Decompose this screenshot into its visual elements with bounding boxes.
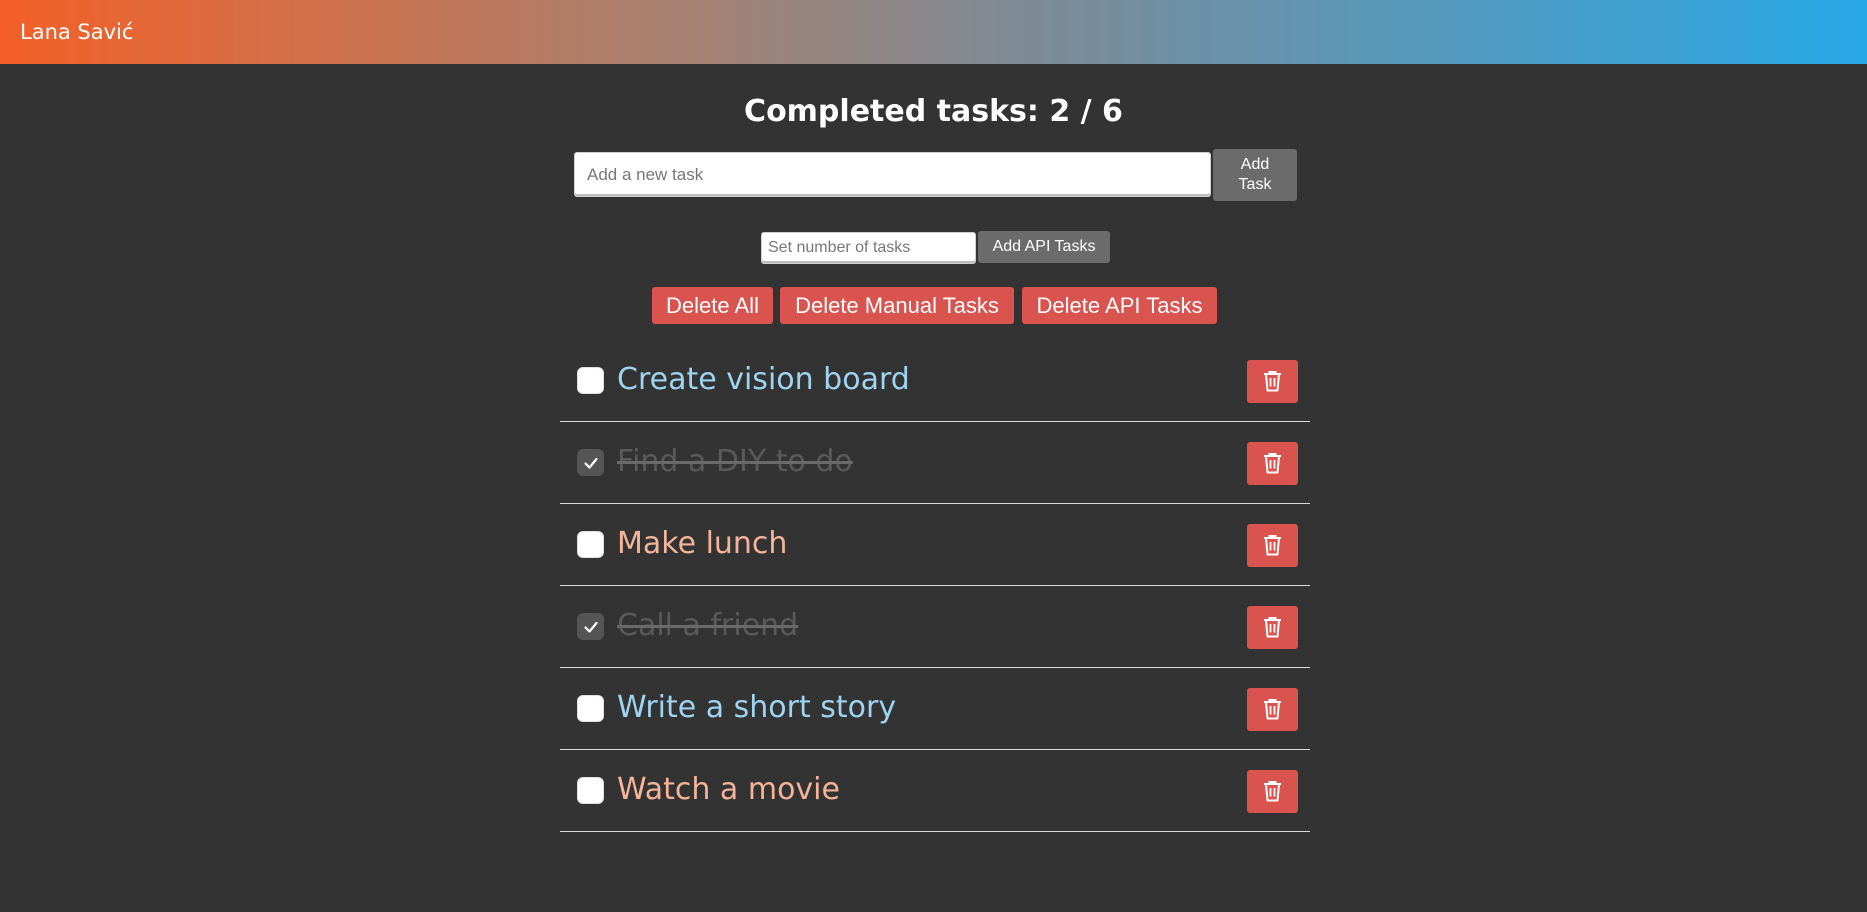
trash-icon <box>1264 535 1281 556</box>
delete-task-button[interactable] <box>1247 770 1298 813</box>
checkmark-icon <box>584 621 598 633</box>
task-item: Make lunch <box>560 504 1310 586</box>
task-text: Make lunch <box>617 526 788 561</box>
task-item: Watch a movie <box>560 750 1310 832</box>
trash-icon <box>1264 781 1281 802</box>
task-checkbox[interactable] <box>577 531 604 558</box>
task-item: Call a friend <box>560 586 1310 668</box>
app-header: Lana Savić <box>0 0 1867 64</box>
trash-icon <box>1264 453 1281 474</box>
trash-icon <box>1264 617 1281 638</box>
delete-manual-tasks-button[interactable]: Delete Manual Tasks <box>780 287 1014 324</box>
task-checkbox[interactable] <box>577 695 604 722</box>
delete-task-button[interactable] <box>1247 524 1298 567</box>
delete-api-tasks-button[interactable]: Delete API Tasks <box>1022 287 1217 324</box>
user-name: Lana Savić <box>20 20 134 44</box>
task-text: Watch a movie <box>617 772 840 807</box>
trash-icon <box>1264 371 1281 392</box>
task-item: Write a short story <box>560 668 1310 750</box>
task-checkbox[interactable] <box>577 449 604 476</box>
task-checkbox[interactable] <box>577 777 604 804</box>
checkmark-icon <box>584 457 598 469</box>
task-item: Find a DIY to do <box>560 422 1310 504</box>
task-item: Create vision board <box>560 340 1310 422</box>
delete-task-button[interactable] <box>1247 688 1298 731</box>
add-api-tasks-button[interactable]: Add API Tasks <box>978 231 1110 263</box>
add-task-button[interactable]: Add Task <box>1213 149 1297 201</box>
task-text: Call a friend <box>617 608 799 643</box>
delete-task-button[interactable] <box>1247 442 1298 485</box>
delete-task-button[interactable] <box>1247 360 1298 403</box>
api-task-count-input[interactable] <box>761 232 976 264</box>
task-checkbox[interactable] <box>577 367 604 394</box>
delete-task-button[interactable] <box>1247 606 1298 649</box>
task-text: Create vision board <box>617 362 910 397</box>
delete-all-button[interactable]: Delete All <box>652 287 773 324</box>
trash-icon <box>1264 699 1281 720</box>
task-checkbox[interactable] <box>577 613 604 640</box>
task-text: Write a short story <box>617 690 897 725</box>
new-task-input[interactable] <box>574 152 1211 197</box>
task-text: Find a DIY to do <box>617 444 853 479</box>
completed-tasks-title: Completed tasks: 2 / 6 <box>744 94 1123 129</box>
task-list: Create vision board Find a DIY to do Mak… <box>560 340 1310 832</box>
